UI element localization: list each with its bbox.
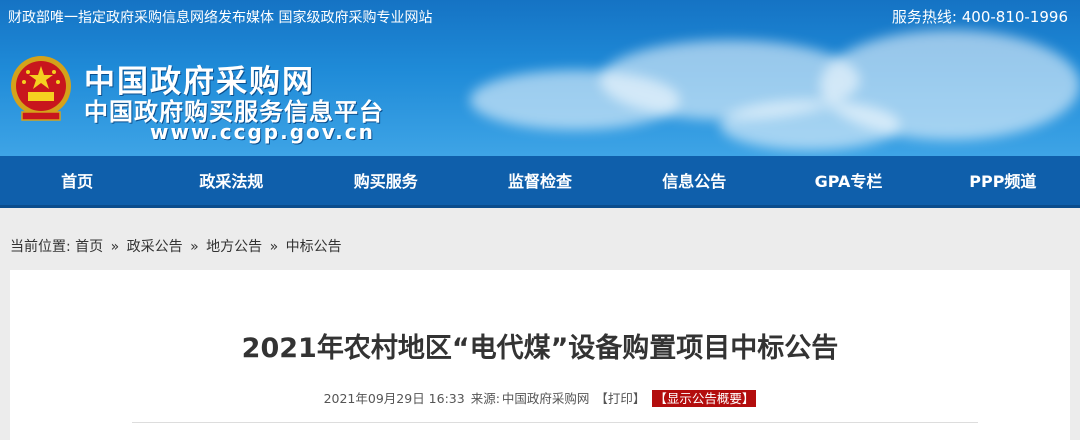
source-label: 来源:: [470, 391, 500, 406]
hotline-number: 400-810-1996: [961, 8, 1068, 26]
breadcrumb: 当前位置: 首页 » 政采公告 » 地方公告 » 中标公告: [10, 236, 342, 256]
breadcrumb-home[interactable]: 首页: [75, 239, 103, 255]
national-emblem-icon: [8, 52, 74, 124]
article-meta: 2021年09月29日 16:33 来源: 中国政府采购网 【打印】 【显示公告概…: [10, 388, 1070, 407]
hotline-label: 服务热线:: [891, 8, 957, 26]
cloud-decoration: [720, 100, 900, 150]
nav-item-gpa[interactable]: GPA专栏: [771, 156, 925, 205]
article-title: 2021年农村地区“电代煤”设备购置项目中标公告: [241, 333, 839, 364]
service-hotline: 服务热线: 400-810-1996: [892, 6, 1068, 27]
breadcrumb-separator: »: [190, 239, 199, 255]
nav-item-regulations[interactable]: 政采法规: [154, 156, 308, 205]
publish-date: 2021年09月29日 16:33: [323, 391, 465, 406]
article-card: 2021年农村地区“电代煤”设备购置项目中标公告 2021年09月29日 16:…: [10, 270, 1070, 440]
breadcrumb-separator: »: [269, 239, 279, 255]
main-nav: 首页 政采法规 购买服务 监督检查 信息公告 GPA专栏 PPP频道: [0, 156, 1080, 208]
breadcrumb-prefix: 当前位置:: [10, 239, 71, 255]
nav-item-ppp[interactable]: PPP频道: [926, 156, 1080, 205]
header-banner: 财政部唯一指定政府采购信息网络发布媒体 国家级政府采购专业网站 服务热线: 40…: [0, 0, 1080, 156]
breadcrumb-gov-announcements[interactable]: 政采公告: [127, 239, 183, 255]
divider: [132, 422, 978, 423]
source-name: 中国政府采购网: [501, 391, 590, 406]
breadcrumb-separator: »: [110, 239, 120, 255]
show-summary-button[interactable]: 【显示公告概要】: [652, 390, 757, 407]
nav-item-supervision[interactable]: 监督检查: [463, 156, 617, 205]
site-url: www.ccgp.gov.cn: [150, 120, 375, 144]
nav-item-announcements[interactable]: 信息公告: [617, 156, 771, 205]
nav-item-purchase-services[interactable]: 购买服务: [309, 156, 463, 205]
print-link[interactable]: 【打印】: [595, 391, 645, 406]
breadcrumb-local-announcements[interactable]: 地方公告: [206, 239, 262, 255]
breadcrumb-award-announcements[interactable]: 中标公告: [286, 239, 342, 255]
nav-item-home[interactable]: 首页: [0, 156, 154, 205]
site-slogan: 财政部唯一指定政府采购信息网络发布媒体 国家级政府采购专业网站: [8, 10, 433, 26]
top-bar: 财政部唯一指定政府采购信息网络发布媒体 国家级政府采购专业网站 服务热线: 40…: [0, 0, 1080, 34]
